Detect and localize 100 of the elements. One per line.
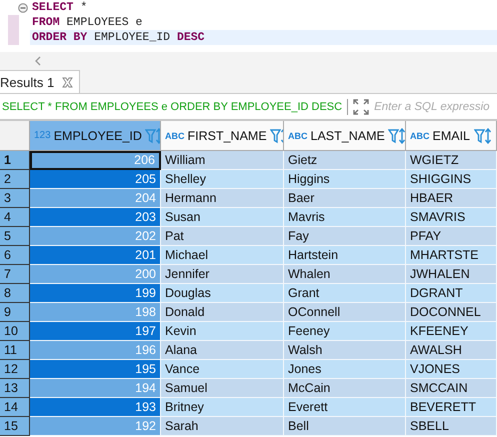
table-cell: DGRANT <box>406 284 497 303</box>
table-cell: 196 <box>30 341 161 360</box>
table-cell: Baer <box>284 189 406 208</box>
table-cell: 197 <box>30 322 161 341</box>
table-cell: Shelley <box>161 170 284 189</box>
row-number[interactable]: 4 <box>0 208 30 227</box>
row-number[interactable]: 13 <box>0 379 30 398</box>
table-cell: Alana <box>161 341 284 360</box>
row-number[interactable]: 7 <box>0 265 30 284</box>
column-name: FIRST_NAME <box>188 128 267 142</box>
change-marker <box>8 30 19 45</box>
table-cell: Hermann <box>161 189 284 208</box>
table-cell: Vance <box>161 360 284 379</box>
table-cell: 200 <box>30 265 161 284</box>
row-number[interactable]: 10 <box>0 322 30 341</box>
table-cell: Michael <box>161 246 284 265</box>
number-type-label: 123 <box>34 130 51 141</box>
results-tab[interactable]: Results 1 <box>0 70 80 93</box>
filter-sort-icon <box>144 128 160 144</box>
column-header[interactable]: ABC LAST_NAME <box>284 121 406 151</box>
expand-icon <box>353 98 370 114</box>
text-type-label: ABC <box>410 130 430 140</box>
table-cell: VJONES <box>406 360 497 379</box>
row-number[interactable]: 8 <box>0 284 30 303</box>
table-cell: Douglas <box>161 284 284 303</box>
code-line: SELECT * <box>31 0 88 15</box>
query-text: SELECT * FROM EMPLOYEES e ORDER BY EMPLOYEE_ID DESC <box>1 100 342 112</box>
text-type-label: ABC <box>288 130 308 140</box>
table-cell: Jennifer <box>161 265 284 284</box>
table-cell: 193 <box>30 398 161 417</box>
table-cell: Hartstein <box>284 246 406 265</box>
table-cell: Fay <box>284 227 406 246</box>
table-cell: 204 <box>30 189 161 208</box>
table-cell: 198 <box>30 303 161 322</box>
table-cell: Bell <box>284 417 406 436</box>
row-number[interactable]: 2 <box>0 170 30 189</box>
table-cell: Mavris <box>284 208 406 227</box>
table-cell: 203 <box>30 208 161 227</box>
table-cell: WGIETZ <box>406 151 497 170</box>
table-cell: Kevin <box>161 322 284 341</box>
table-cell: BEVERETT <box>406 398 497 417</box>
table-cell: PFAY <box>406 227 497 246</box>
table-cell: 195 <box>30 360 161 379</box>
column-name: EMAIL <box>432 128 471 142</box>
table-cell: SBELL <box>406 417 497 436</box>
row-number[interactable]: 9 <box>0 303 30 322</box>
change-marker <box>8 15 19 30</box>
table-cell: Feeney <box>284 322 406 341</box>
column-header[interactable]: ABC FIRST_NAME <box>161 121 284 151</box>
table-cell: SHIGGINS <box>406 170 497 189</box>
table-cell: Whalen <box>284 265 406 284</box>
table-cell: Jones <box>284 360 406 379</box>
table-cell: MHARTSTE <box>406 246 497 265</box>
table-cell: SMAVRIS <box>406 208 497 227</box>
table-cell: SMCCAIN <box>406 379 497 398</box>
row-number[interactable]: 12 <box>0 360 30 379</box>
table-cell: Susan <box>161 208 284 227</box>
row-number[interactable]: 14 <box>0 398 30 417</box>
table-cell: 205 <box>30 170 161 189</box>
collapse-icon <box>18 2 28 12</box>
text-type-label: ABC <box>165 130 184 140</box>
table-cell: Sarah <box>161 417 284 436</box>
table-cell: DOCONNEL <box>406 303 497 322</box>
filter-sort-icon <box>388 128 405 144</box>
table-cell: Britney <box>161 398 284 417</box>
table-cell: Grant <box>284 284 406 303</box>
table-cell: Walsh <box>284 341 406 360</box>
row-number[interactable]: 6 <box>0 246 30 265</box>
table-cell: Everett <box>284 398 406 417</box>
filter-sort-icon <box>474 128 492 144</box>
scroll-left-icon <box>34 56 42 66</box>
row-number[interactable]: 11 <box>0 341 30 360</box>
table-cell: AWALSH <box>406 341 497 360</box>
table-cell: Samuel <box>161 379 284 398</box>
table-cell: 194 <box>30 379 161 398</box>
row-number[interactable]: 15 <box>0 417 30 436</box>
row-number[interactable]: 5 <box>0 227 30 246</box>
row-number[interactable]: 1 <box>0 151 30 170</box>
column-header[interactable]: 123 EMPLOYEE_ID <box>30 121 161 151</box>
table-cell: OConnell <box>284 303 406 322</box>
table-cell: Donald <box>161 303 284 322</box>
table-cell: 206 <box>30 151 161 170</box>
row-number[interactable]: 3 <box>0 189 30 208</box>
table-cell: 192 <box>30 417 161 436</box>
column-header[interactable]: ABC EMAIL <box>406 121 497 151</box>
table-cell: KFEENEY <box>406 322 497 341</box>
table-cell: Pat <box>161 227 284 246</box>
table-cell: 202 <box>30 227 161 246</box>
table-cell: 199 <box>30 284 161 303</box>
table-cell: HBAER <box>406 189 497 208</box>
table-cell: McCain <box>284 379 406 398</box>
corner-cell <box>0 121 30 151</box>
table-cell: Gietz <box>284 151 406 170</box>
code-line: FROM EMPLOYEES e <box>31 15 144 30</box>
table-cell: William <box>161 151 284 170</box>
close-icon <box>62 76 74 88</box>
table-cell: JWHALEN <box>406 265 497 284</box>
table-cell: 201 <box>30 246 161 265</box>
column-name: EMPLOYEE_ID <box>54 128 142 142</box>
table-cell: Higgins <box>284 170 406 189</box>
